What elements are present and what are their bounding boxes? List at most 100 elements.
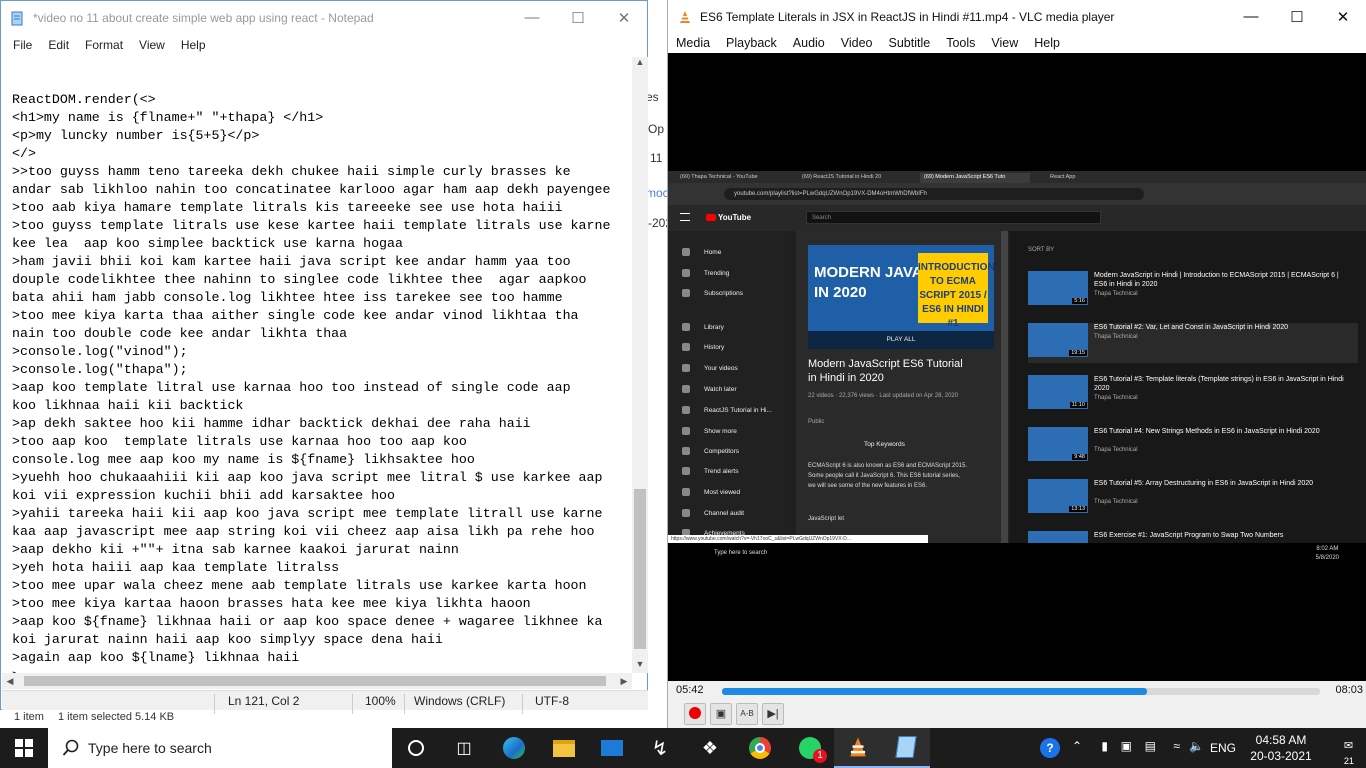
video-channel: Thapa Technical <box>1094 395 1138 401</box>
vlc-minimize-button[interactable]: — <box>1228 0 1274 33</box>
close-button[interactable]: ✕ <box>601 1 647 34</box>
loop-ab-button[interactable]: A-B <box>736 703 758 725</box>
wifi-icon[interactable]: ≈ <box>1173 739 1180 753</box>
notepad-menu-bar: File Edit Format View Help <box>1 34 647 56</box>
scroll-left-icon[interactable]: ◀ <box>2 673 18 689</box>
sidebar-item-label: Channel audit <box>704 509 745 517</box>
vlc-menu-view[interactable]: View <box>983 36 1026 50</box>
horizontal-scrollbar[interactable]: ◀ ▶ <box>2 673 632 689</box>
inner-taskbar: Type here to search 8:02 AM 5/8/2020 <box>668 543 1366 565</box>
language-indicator[interactable]: ENG <box>1210 741 1236 755</box>
vlc-title: ES6 Template Literals in JSX in ReactJS … <box>700 9 1115 24</box>
record-button[interactable] <box>684 703 706 725</box>
windows-icon <box>15 739 33 757</box>
vertical-scroll-thumb[interactable] <box>634 489 646 649</box>
text-line: console.log mee aap koo my name is ${fna… <box>12 452 475 467</box>
whatsapp-icon: 1 <box>799 737 827 763</box>
playlist-title: Modern JavaScript ES6 Tutorial in Hindi … <box>808 358 963 384</box>
volume-icon[interactable]: 🔈 <box>1189 739 1204 753</box>
vlc-menu-video[interactable]: Video <box>833 36 881 50</box>
seek-bar[interactable] <box>722 688 1320 695</box>
video-frame: (69) Thapa Technical - YouTube (69) Reac… <box>668 171 1366 565</box>
chevron-up-icon[interactable]: ⌃ <box>1072 739 1082 753</box>
help-icon[interactable]: ? <box>1040 738 1060 758</box>
mail-button[interactable] <box>588 728 636 768</box>
sidebar-item: Subscriptions <box>682 289 743 297</box>
task-view-button[interactable]: ◫ <box>440 728 488 768</box>
menu-format[interactable]: Format <box>77 38 131 52</box>
menu-view[interactable]: View <box>131 38 173 52</box>
vlc-maximize-button[interactable]: ☐ <box>1274 0 1320 33</box>
scroll-up-icon[interactable]: ▲ <box>632 57 648 71</box>
file-explorer-button[interactable] <box>540 728 588 768</box>
taskbar-search[interactable]: Type here to search <box>48 728 392 768</box>
dropbox-button[interactable]: ❖ <box>686 728 734 768</box>
text-line: <p>my luncky number is{5+5}</p> <box>12 128 260 143</box>
sidebar-item-icon <box>682 323 690 331</box>
frame-step-button[interactable]: ▶| <box>762 703 784 725</box>
sidebar-item-label: Your videos <box>704 364 738 372</box>
minimize-button[interactable]: — <box>509 1 555 34</box>
folder-icon <box>553 739 575 757</box>
vlc-menu-playback[interactable]: Playback <box>718 36 785 50</box>
vlc-menu-subtitle[interactable]: Subtitle <box>881 36 939 50</box>
battery-icon[interactable]: ▮ <box>1101 739 1108 753</box>
notepad-title-bar: *video no 11 about create simple web app… <box>1 1 647 34</box>
cortana-icon <box>408 740 424 756</box>
sidebar-item-icon <box>682 467 690 475</box>
snapshot-button[interactable]: ▣ <box>710 703 732 725</box>
whatsapp-button[interactable]: 1 <box>786 728 834 768</box>
menu-file[interactable]: File <box>5 38 40 52</box>
vertical-scrollbar[interactable]: ▲ ▼ <box>632 57 648 673</box>
notification-center[interactable]: ✉21 <box>1344 739 1354 766</box>
youtube-sidebar: Home Trending Subscriptions Library History Y… <box>668 231 786 543</box>
notepad-icon <box>895 736 917 758</box>
task-view-icon: ◫ <box>456 740 472 757</box>
video-title: Modern JavaScript in Hindi | Introductio… <box>1094 272 1339 288</box>
vlc-menu-tools[interactable]: Tools <box>938 36 983 50</box>
sidebar-item: Trending <box>682 269 729 277</box>
menu-edit[interactable]: Edit <box>40 38 77 52</box>
time-elapsed: 05:42 <box>676 684 704 696</box>
cortana-button[interactable] <box>392 728 440 768</box>
sidebar-item-label: Most viewed <box>704 488 741 496</box>
menu-help[interactable]: Help <box>173 38 214 52</box>
panel-scrollbar <box>1001 231 1008 543</box>
vlc-taskbar-button[interactable] <box>834 728 882 768</box>
video-area[interactable]: (69) Thapa Technical - YouTube (69) Reac… <box>668 53 1366 681</box>
notepad-text-area[interactable]: ReactDOM.render(<> <h1>my name is {flname… <box>2 57 631 673</box>
chrome-button[interactable] <box>736 728 784 768</box>
text-line: </> <box>12 146 36 161</box>
clock[interactable]: 04:58 AM 20-03-2021 <box>1246 732 1316 764</box>
top-keywords-label: Top Keywords <box>864 441 905 448</box>
maximize-button[interactable]: ☐ <box>555 1 601 34</box>
vlc-close-button[interactable]: ✕ <box>1320 0 1366 33</box>
device-icon[interactable]: ▣ <box>1121 739 1132 753</box>
app-button[interactable]: ↯ <box>636 728 684 768</box>
playlist-item: 19:15 ES6 Tutorial #2: Var, Let and Const… <box>1028 323 1358 363</box>
video-thumbnail: 11:10 <box>1028 375 1088 409</box>
explorer-peek-4: moc <box>646 186 669 200</box>
text-line: >console.log("vinod"); <box>12 344 188 359</box>
sidebar-item-icon <box>682 406 690 414</box>
video-channel: Thapa Technical <box>1094 447 1138 453</box>
seek-progress <box>722 688 1147 695</box>
notepad-title: *video no 11 about create simple web app… <box>33 10 374 25</box>
horizontal-scroll-thumb[interactable] <box>24 676 606 686</box>
start-button[interactable] <box>0 728 48 768</box>
network-icon[interactable]: ▤ <box>1145 739 1156 753</box>
sidebar-item: Show more <box>682 427 737 435</box>
edge-button[interactable] <box>490 728 538 768</box>
sidebar-item-icon <box>682 447 690 455</box>
vlc-menu-audio[interactable]: Audio <box>785 36 833 50</box>
video-duration: 19:15 <box>1069 350 1087 356</box>
vlc-menu-media[interactable]: Media <box>668 36 718 50</box>
scroll-right-icon[interactable]: ▶ <box>616 673 632 689</box>
youtube-search: Search <box>806 211 1101 224</box>
clock-date: 20-03-2021 <box>1250 749 1312 763</box>
notepad-taskbar-button[interactable] <box>882 728 930 768</box>
scroll-down-icon[interactable]: ▼ <box>632 659 648 673</box>
vlc-window: ES6 Template Literals in JSX in ReactJS … <box>667 0 1366 728</box>
sidebar-item-label: History <box>704 343 725 351</box>
vlc-menu-help[interactable]: Help <box>1026 36 1068 50</box>
